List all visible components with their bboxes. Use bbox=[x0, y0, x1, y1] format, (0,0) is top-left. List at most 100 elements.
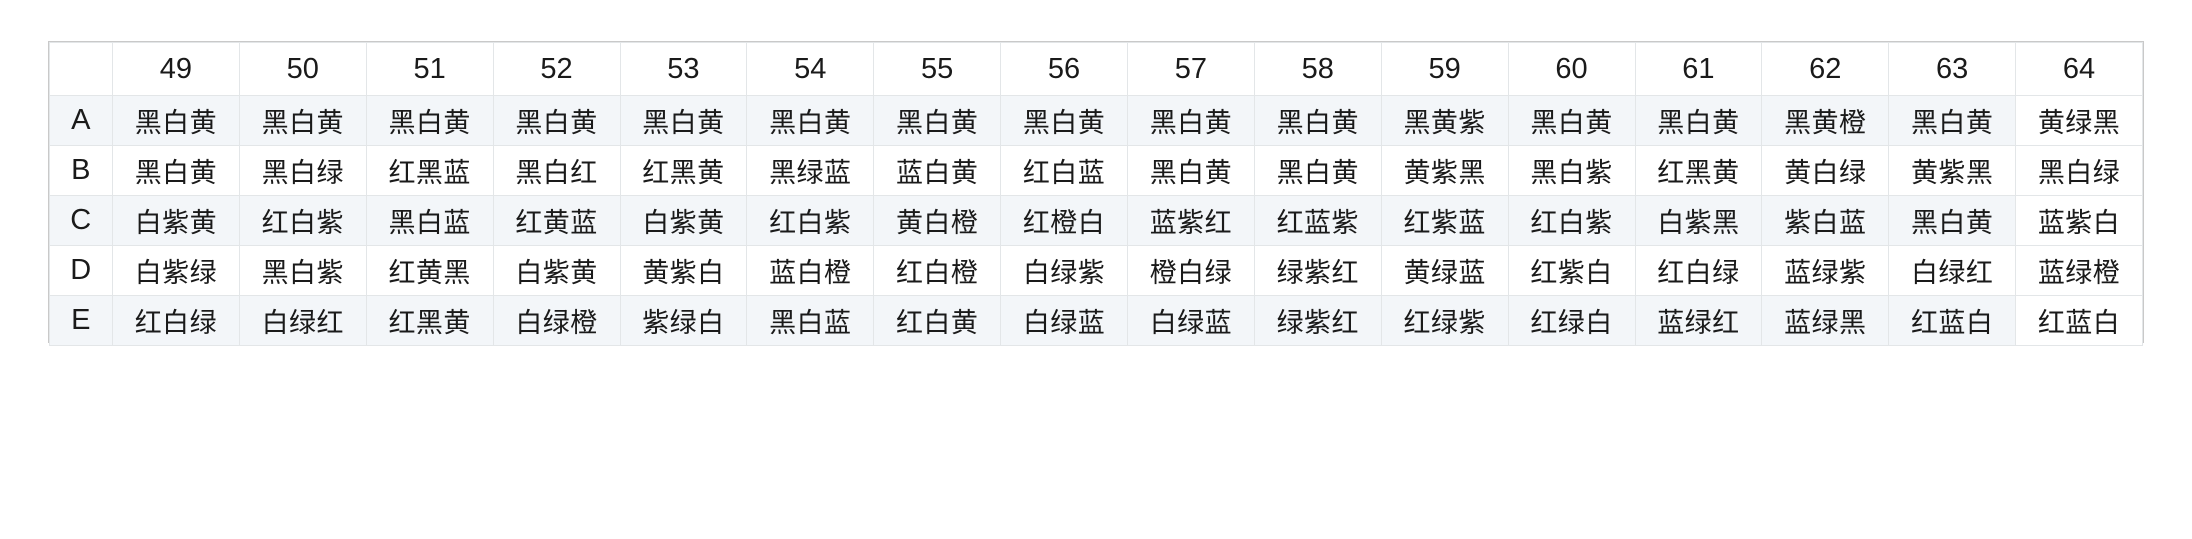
cell-E50[interactable]: 白绿红 bbox=[238, 295, 367, 346]
cell-A53[interactable]: 黑白黄 bbox=[619, 95, 748, 146]
cell-B54[interactable]: 黑绿蓝 bbox=[746, 145, 875, 196]
cell-E58[interactable]: 绿紫红 bbox=[1253, 295, 1382, 346]
cell-B59[interactable]: 黄紫黑 bbox=[1380, 145, 1509, 196]
cell-D59[interactable]: 黄绿蓝 bbox=[1380, 245, 1509, 296]
cell-C52[interactable]: 红黄蓝 bbox=[492, 195, 621, 246]
table-row: B 黑白黄 黑白绿 红黑蓝 黑白红 红黑黄 黑绿蓝 蓝白黄 红白蓝 黑白黄 黑白黄 黄紫黑 黑白紫 红黑黄… bbox=[49, 145, 2143, 196]
cell-A58[interactable]: 黑白黄 bbox=[1253, 95, 1382, 146]
column-header-51: 51 bbox=[365, 42, 494, 96]
cell-A56[interactable]: 黑白黄 bbox=[1000, 95, 1128, 146]
cell-C57[interactable]: 蓝紫红 bbox=[1127, 195, 1255, 246]
cell-E57[interactable]: 白绿蓝 bbox=[1127, 295, 1255, 346]
row-label-C: C bbox=[49, 195, 113, 246]
column-header-61: 61 bbox=[1634, 42, 1763, 96]
cell-E55[interactable]: 红白黄 bbox=[873, 295, 1002, 346]
cell-A50[interactable]: 黑白黄 bbox=[238, 95, 367, 146]
column-header-63: 63 bbox=[1888, 42, 2017, 96]
cell-D64[interactable]: 蓝绿橙 bbox=[2015, 245, 2143, 296]
cell-C63[interactable]: 黑白黄 bbox=[1888, 195, 2017, 246]
cell-B51[interactable]: 红黑蓝 bbox=[365, 145, 494, 196]
cell-B58[interactable]: 黑白黄 bbox=[1253, 145, 1382, 196]
cell-D57[interactable]: 橙白绿 bbox=[1127, 245, 1255, 296]
cell-C51[interactable]: 黑白蓝 bbox=[365, 195, 494, 246]
column-header-54: 54 bbox=[746, 42, 875, 96]
cell-D58[interactable]: 绿紫红 bbox=[1253, 245, 1382, 296]
cell-B60[interactable]: 黑白紫 bbox=[1507, 145, 1636, 196]
cell-C56[interactable]: 红橙白 bbox=[1000, 195, 1128, 246]
cell-C54[interactable]: 红白紫 bbox=[746, 195, 875, 246]
cell-C55[interactable]: 黄白橙 bbox=[873, 195, 1002, 246]
column-header-56: 56 bbox=[1000, 42, 1128, 96]
cell-D52[interactable]: 白紫黄 bbox=[492, 245, 621, 296]
cell-E61[interactable]: 蓝绿红 bbox=[1634, 295, 1763, 346]
column-header-52: 52 bbox=[492, 42, 621, 96]
cell-E53[interactable]: 紫绿白 bbox=[619, 295, 748, 346]
table-row: A 黑白黄 黑白黄 黑白黄 黑白黄 黑白黄 黑白黄 黑白黄 黑白黄 黑白黄 黑白黄 黑黄紫 黑白黄 黑白黄… bbox=[49, 95, 2143, 146]
table-header: 49 50 51 52 53 54 55 56 57 58 59 60 61 62 63 64 bbox=[49, 42, 2143, 96]
cell-A61[interactable]: 黑白黄 bbox=[1634, 95, 1763, 146]
cell-D62[interactable]: 蓝绿紫 bbox=[1761, 245, 1890, 296]
cell-D49[interactable]: 白紫绿 bbox=[112, 245, 240, 296]
cell-D55[interactable]: 红白橙 bbox=[873, 245, 1002, 296]
cell-C59[interactable]: 红紫蓝 bbox=[1380, 195, 1509, 246]
cell-C60[interactable]: 红白紫 bbox=[1507, 195, 1636, 246]
cell-E59[interactable]: 红绿紫 bbox=[1380, 295, 1509, 346]
cell-C58[interactable]: 红蓝紫 bbox=[1253, 195, 1382, 246]
column-header-64: 64 bbox=[2015, 42, 2143, 96]
cell-C62[interactable]: 紫白蓝 bbox=[1761, 195, 1890, 246]
cell-C64[interactable]: 蓝紫白 bbox=[2015, 195, 2143, 246]
cell-E60[interactable]: 红绿白 bbox=[1507, 295, 1636, 346]
column-header-57: 57 bbox=[1127, 42, 1255, 96]
cell-B56[interactable]: 红白蓝 bbox=[1000, 145, 1128, 196]
cell-B49[interactable]: 黑白黄 bbox=[112, 145, 240, 196]
cell-E56[interactable]: 白绿蓝 bbox=[1000, 295, 1128, 346]
row-label-D: D bbox=[49, 245, 113, 296]
cell-E49[interactable]: 红白绿 bbox=[112, 295, 240, 346]
cell-B64[interactable]: 黑白绿 bbox=[2015, 145, 2143, 196]
cell-D61[interactable]: 红白绿 bbox=[1634, 245, 1763, 296]
cell-B52[interactable]: 黑白红 bbox=[492, 145, 621, 196]
cell-A52[interactable]: 黑白黄 bbox=[492, 95, 621, 146]
cell-A62[interactable]: 黑黄橙 bbox=[1761, 95, 1890, 146]
column-header-60: 60 bbox=[1507, 42, 1636, 96]
cell-C53[interactable]: 白紫黄 bbox=[619, 195, 748, 246]
table-row: D 白紫绿 黑白紫 红黄黑 白紫黄 黄紫白 蓝白橙 红白橙 白绿紫 橙白绿 绿紫红 黄绿蓝 红紫白 红白绿… bbox=[49, 245, 2143, 296]
cell-D63[interactable]: 白绿红 bbox=[1888, 245, 2017, 296]
cell-C50[interactable]: 红白紫 bbox=[238, 195, 367, 246]
cell-B50[interactable]: 黑白绿 bbox=[238, 145, 367, 196]
cell-B57[interactable]: 黑白黄 bbox=[1127, 145, 1255, 196]
column-header-50: 50 bbox=[238, 42, 367, 96]
cell-D60[interactable]: 红紫白 bbox=[1507, 245, 1636, 296]
cell-A54[interactable]: 黑白黄 bbox=[746, 95, 875, 146]
cell-C61[interactable]: 白紫黑 bbox=[1634, 195, 1763, 246]
table-body: A 黑白黄 黑白黄 黑白黄 黑白黄 黑白黄 黑白黄 黑白黄 黑白黄 黑白黄 黑白黄 黑黄紫 黑白黄 黑白黄… bbox=[49, 95, 2143, 346]
corner-cell bbox=[49, 42, 113, 96]
cell-D54[interactable]: 蓝白橙 bbox=[746, 245, 875, 296]
cell-E54[interactable]: 黑白蓝 bbox=[746, 295, 875, 346]
cell-C49[interactable]: 白紫黄 bbox=[112, 195, 240, 246]
cell-A57[interactable]: 黑白黄 bbox=[1127, 95, 1255, 146]
cell-D56[interactable]: 白绿紫 bbox=[1000, 245, 1128, 296]
cell-A63[interactable]: 黑白黄 bbox=[1888, 95, 2017, 146]
cell-D51[interactable]: 红黄黑 bbox=[365, 245, 494, 296]
cell-A64[interactable]: 黄绿黑 bbox=[2015, 95, 2143, 146]
column-header-62: 62 bbox=[1761, 42, 1890, 96]
cell-D53[interactable]: 黄紫白 bbox=[619, 245, 748, 296]
cell-B55[interactable]: 蓝白黄 bbox=[873, 145, 1002, 196]
cell-B62[interactable]: 黄白绿 bbox=[1761, 145, 1890, 196]
cell-E62[interactable]: 蓝绿黑 bbox=[1761, 295, 1890, 346]
cell-D50[interactable]: 黑白紫 bbox=[238, 245, 367, 296]
column-header-59: 59 bbox=[1380, 42, 1509, 96]
cell-E52[interactable]: 白绿橙 bbox=[492, 295, 621, 346]
cell-A60[interactable]: 黑白黄 bbox=[1507, 95, 1636, 146]
cell-E51[interactable]: 红黑黄 bbox=[365, 295, 494, 346]
cell-B63[interactable]: 黄紫黑 bbox=[1888, 145, 2017, 196]
cell-E63[interactable]: 红蓝白 bbox=[1888, 295, 2017, 346]
cell-E64[interactable]: 红蓝白 bbox=[2015, 295, 2143, 346]
cell-A49[interactable]: 黑白黄 bbox=[112, 95, 240, 146]
cell-A55[interactable]: 黑白黄 bbox=[873, 95, 1002, 146]
cell-B61[interactable]: 红黑黄 bbox=[1634, 145, 1763, 196]
cell-B53[interactable]: 红黑黄 bbox=[619, 145, 748, 196]
cell-A51[interactable]: 黑白黄 bbox=[365, 95, 494, 146]
cell-A59[interactable]: 黑黄紫 bbox=[1380, 95, 1509, 146]
